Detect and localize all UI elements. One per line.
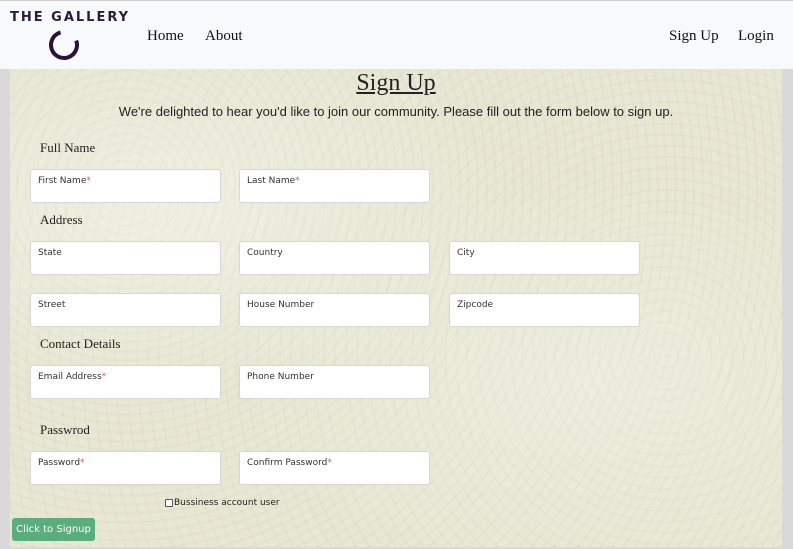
brand-name[interactable]: THE GALLERY: [10, 10, 130, 25]
navbar: THE GALLERY Home About Sign Up Login: [0, 0, 793, 69]
nav-about-link[interactable]: About: [205, 28, 243, 45]
confirm-password-field[interactable]: Confirm Password*: [239, 451, 430, 485]
house-number-label: House Number: [247, 300, 315, 310]
brand-logo-icon[interactable]: [47, 28, 81, 62]
page-title: Sign Up: [356, 70, 436, 96]
confirm-password-label: Confirm Password*: [247, 458, 332, 468]
email-label: Email Address*: [38, 372, 107, 382]
phone-field[interactable]: Phone Number: [239, 365, 430, 399]
nav-login-link[interactable]: Login: [738, 28, 774, 45]
city-label: City: [457, 248, 475, 258]
zipcode-label: Zipcode: [457, 300, 494, 310]
state-field[interactable]: State: [30, 241, 221, 275]
last-name-label: Last Name*: [247, 176, 300, 186]
phone-label: Phone Number: [247, 372, 314, 382]
business-account-row[interactable]: Bussiness account user: [165, 496, 280, 510]
street-label: Street: [38, 300, 66, 310]
required-mark: *: [86, 176, 91, 186]
required-mark: *: [327, 458, 332, 468]
signup-submit-button[interactable]: Click to Signup: [12, 518, 95, 541]
zipcode-field[interactable]: Zipcode: [449, 293, 640, 327]
first-name-label: First Name*: [38, 176, 91, 186]
state-label: State: [38, 248, 62, 258]
city-field[interactable]: City: [449, 241, 640, 275]
required-mark: *: [295, 176, 300, 186]
section-password: Passwrod: [40, 422, 90, 437]
signup-form: Sign Up We're delighted to hear you'd li…: [10, 69, 782, 547]
intro-text: We're delighted to hear you'd like to jo…: [118, 104, 674, 119]
required-mark: *: [80, 458, 85, 468]
nav-home-link[interactable]: Home: [147, 28, 184, 45]
section-address: Address: [40, 212, 83, 227]
country-field[interactable]: Country: [239, 241, 430, 275]
nav-signup-link[interactable]: Sign Up: [669, 28, 719, 45]
password-field[interactable]: Password*: [30, 451, 221, 485]
password-label: Password*: [38, 458, 85, 468]
first-name-field[interactable]: First Name*: [30, 169, 221, 203]
section-contact-details: Contact Details: [40, 336, 121, 351]
business-account-checkbox[interactable]: [165, 499, 173, 507]
section-full-name: Full Name: [40, 140, 96, 155]
required-mark: *: [101, 372, 107, 382]
email-field[interactable]: Email Address*: [30, 365, 221, 399]
country-label: Country: [247, 248, 283, 258]
house-number-field[interactable]: House Number: [239, 293, 430, 327]
business-account-label: Bussiness account user: [174, 498, 280, 508]
street-field[interactable]: Street: [30, 293, 221, 327]
last-name-field[interactable]: Last Name*: [239, 169, 430, 203]
